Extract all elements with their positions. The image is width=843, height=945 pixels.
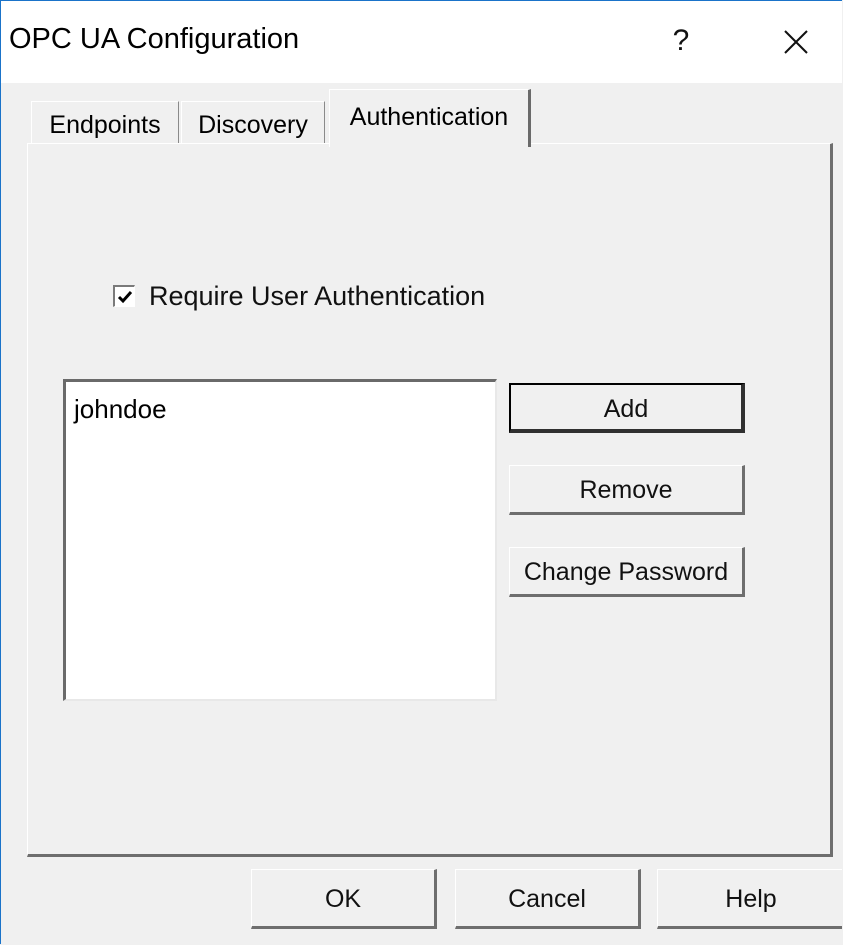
window-title: OPC UA Configuration xyxy=(9,23,300,55)
help-icon[interactable]: ? xyxy=(661,17,701,65)
tab-authentication[interactable]: Authentication xyxy=(329,89,531,147)
remove-user-button[interactable]: Remove xyxy=(509,465,745,515)
tab-discovery[interactable]: Discovery xyxy=(181,101,325,147)
require-auth-checkbox[interactable] xyxy=(113,285,135,307)
add-user-button[interactable]: Add xyxy=(509,383,745,433)
cancel-button[interactable]: Cancel xyxy=(455,869,641,929)
change-password-button[interactable]: Change Password xyxy=(509,547,745,597)
ok-button[interactable]: OK xyxy=(251,869,437,929)
help-button[interactable]: Help xyxy=(657,869,842,929)
title-bar: OPC UA Configuration ? xyxy=(1,1,842,83)
user-list[interactable]: johndoe xyxy=(63,379,497,701)
list-item[interactable]: johndoe xyxy=(74,394,167,425)
close-icon[interactable] xyxy=(761,17,831,67)
dialog-window: OPC UA Configuration ? Endpoints Discove… xyxy=(0,0,842,944)
tab-endpoints[interactable]: Endpoints xyxy=(31,101,179,147)
checkmark-icon xyxy=(117,291,133,304)
require-auth-label[interactable]: Require User Authentication xyxy=(149,281,485,312)
